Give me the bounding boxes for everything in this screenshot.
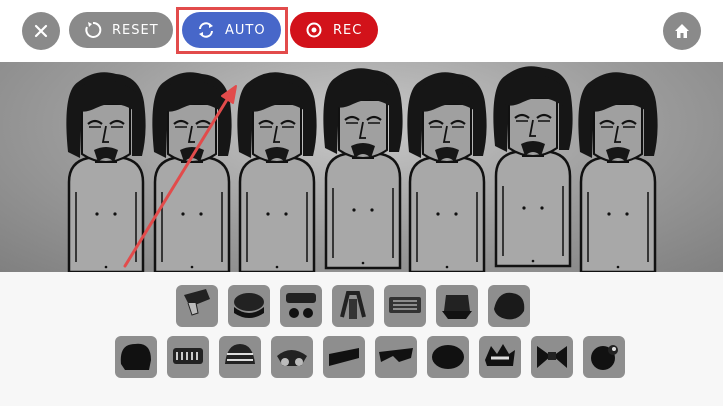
character-5[interactable] [407, 72, 487, 272]
cap-sound-button[interactable] [228, 285, 270, 327]
sound-icons-panel [0, 272, 723, 406]
close-button[interactable] [22, 12, 60, 50]
mouth-grill-sound-button[interactable] [384, 285, 426, 327]
characters-layer [66, 66, 658, 272]
hat-sound-button[interactable] [436, 285, 478, 327]
helmet-sound-button[interactable] [427, 336, 469, 378]
auto-button-highlight [176, 7, 288, 54]
striped-cap-icon [219, 336, 261, 378]
cap-icon [228, 285, 270, 327]
goggles-sound-button[interactable] [271, 336, 313, 378]
hat-icon [436, 285, 478, 327]
headphones-icon [332, 285, 374, 327]
scarf-sound-button[interactable] [176, 285, 218, 327]
home-button[interactable] [663, 12, 701, 50]
teeth-icon [167, 336, 209, 378]
creature-icon [583, 336, 625, 378]
shades-sound-button[interactable] [375, 336, 417, 378]
creature-sound-button[interactable] [583, 336, 625, 378]
reset-icon [82, 19, 104, 41]
rec-label: REC [333, 22, 363, 38]
afro-icon [115, 336, 157, 378]
scarf-icon [176, 285, 218, 327]
reset-label: RESET [112, 22, 159, 38]
character-2[interactable] [152, 72, 232, 272]
reset-button[interactable]: RESET [69, 12, 173, 48]
close-icon [33, 23, 49, 39]
character-3[interactable] [237, 72, 317, 272]
spiky-hair-icon [479, 336, 521, 378]
visor-sound-button[interactable] [323, 336, 365, 378]
character-1[interactable] [66, 72, 146, 272]
bow-icon [531, 336, 573, 378]
afro-sound-button[interactable] [115, 336, 157, 378]
goggles-icon [271, 336, 313, 378]
bow-sound-button[interactable] [531, 336, 573, 378]
shades-icon [375, 336, 417, 378]
home-icon [673, 22, 691, 40]
toolbar: RESET AUTO REC [0, 0, 723, 62]
character-stage [0, 62, 723, 272]
striped-cap-sound-button[interactable] [219, 336, 261, 378]
character-4[interactable] [323, 68, 403, 270]
helmet-icon [427, 336, 469, 378]
character-7[interactable] [578, 72, 658, 272]
headphones-sound-button[interactable] [332, 285, 374, 327]
glasses-sound-button[interactable] [280, 285, 322, 327]
glasses-icon [280, 285, 322, 327]
hair-icon [488, 285, 530, 327]
teeth-sound-button[interactable] [167, 336, 209, 378]
hair-sound-button[interactable] [488, 285, 530, 327]
rec-button[interactable]: REC [290, 12, 378, 48]
spiky-hair-sound-button[interactable] [479, 336, 521, 378]
visor-icon [323, 336, 365, 378]
character-6[interactable] [493, 66, 573, 268]
mouth-grill-icon [384, 285, 426, 327]
record-icon [303, 19, 325, 41]
